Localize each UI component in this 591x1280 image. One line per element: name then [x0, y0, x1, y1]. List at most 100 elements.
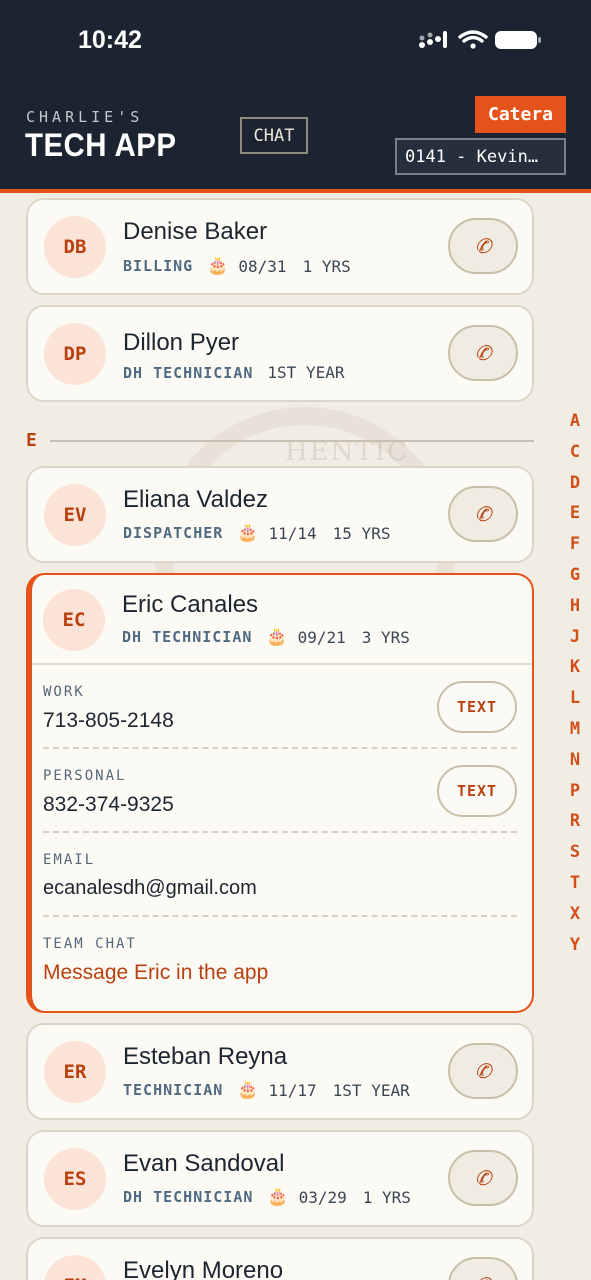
contact-meta: DH TECHNICIAN 1ST YEAR — [123, 363, 344, 382]
contact-card[interactable]: EM Evelyn Moreno ✆ — [26, 1237, 534, 1280]
index-letter[interactable]: J — [570, 622, 580, 653]
contact-name: Dillon Pyer — [123, 329, 240, 356]
index-letter[interactable]: X — [570, 899, 580, 930]
contact-meta: BILLING 🎂 08/31 1 YRS — [123, 256, 351, 276]
tenure: 1ST YEAR — [267, 363, 345, 382]
avatar: DB — [44, 216, 106, 278]
avatar: EV — [44, 484, 106, 546]
avatar: DP — [44, 323, 106, 385]
contact-name: Evelyn Moreno — [123, 1257, 284, 1280]
birthday-date: 03/29 — [298, 1187, 347, 1207]
call-icon[interactable]: ✆ — [448, 325, 518, 381]
avatar: ER — [44, 1041, 106, 1103]
role-label: DH TECHNICIAN — [123, 363, 254, 382]
role-label: TECHNICIAN — [123, 1081, 224, 1099]
status-icons — [419, 30, 541, 49]
index-letter[interactable]: N — [570, 745, 580, 776]
birthday-date: 11/17 — [268, 1080, 317, 1100]
birthday-date: 11/14 — [268, 523, 317, 543]
text-work-button[interactable]: TEXT — [437, 681, 517, 733]
birthday-cake-icon: 🎂 — [267, 1187, 289, 1207]
call-icon[interactable]: ✆ — [448, 486, 518, 542]
contact-name: Esteban Reyna — [123, 1043, 288, 1070]
index-letter[interactable]: F — [570, 529, 580, 560]
index-letter[interactable]: S — [570, 837, 580, 868]
call-icon[interactable]: ✆ — [448, 218, 518, 274]
contact-card[interactable]: EV Eliana Valdez DISPATCHER 🎂 11/14 15 Y… — [26, 466, 534, 563]
tenure: 3 YRS — [361, 627, 410, 647]
index-letter[interactable]: L — [570, 683, 580, 714]
app-header: 10:42 CHARLIE'S TECH APP CHAT Catera 014… — [0, 0, 591, 193]
contact-card[interactable]: ER Esteban Reyna TECHNICIAN 🎂 11/17 1ST … — [26, 1023, 534, 1120]
index-letter[interactable]: M — [570, 714, 580, 745]
alphabet-index[interactable]: ACDEFGHJKLMNPRSTXY — [562, 406, 588, 960]
status-time: 10:42 — [78, 26, 142, 54]
index-letter[interactable]: K — [570, 652, 580, 683]
index-letter[interactable]: P — [570, 776, 580, 807]
index-letter[interactable]: Y — [570, 930, 580, 961]
dashed-divider — [43, 747, 517, 749]
brand-subtitle: CHARLIE'S — [26, 108, 144, 126]
work-phone[interactable]: 713-805-2148 — [43, 709, 174, 733]
call-icon[interactable]: ✆ — [448, 1257, 518, 1280]
contact-name: Eric Canales — [122, 591, 259, 618]
team-chat-label: TEAM CHAT — [43, 936, 137, 952]
call-icon[interactable]: ✆ — [448, 1150, 518, 1206]
dashed-divider — [43, 915, 517, 917]
tenure: 1 YRS — [362, 1187, 411, 1207]
wifi-icon — [458, 30, 488, 49]
index-letter[interactable]: D — [570, 468, 580, 499]
contact-card-expanded[interactable]: EC Eric Canales DH TECHNICIAN 🎂 09/21 3 … — [26, 573, 534, 1013]
section-letter: E — [26, 430, 37, 451]
dashed-divider — [43, 831, 517, 833]
role-label: DISPATCHER — [123, 524, 224, 542]
birthday-date: 08/31 — [238, 256, 287, 276]
index-letter[interactable]: H — [570, 591, 580, 622]
avatar: EM — [44, 1255, 106, 1280]
index-letter[interactable]: T — [570, 868, 580, 899]
birthday-date: 09/21 — [297, 627, 346, 647]
personal-phone[interactable]: 832-374-9325 — [43, 793, 174, 817]
birthday-cake-icon: 🎂 — [237, 1080, 259, 1100]
birthday-cake-icon: 🎂 — [237, 523, 259, 543]
contact-meta: DH TECHNICIAN 🎂 03/29 1 YRS — [123, 1187, 411, 1207]
contact-meta: DISPATCHER 🎂 11/14 15 YRS — [123, 523, 390, 543]
role-label: DH TECHNICIAN — [122, 628, 253, 646]
tenure: 1ST YEAR — [332, 1080, 410, 1100]
team-chat-link[interactable]: Message Eric in the app — [43, 961, 268, 985]
role-label: BILLING — [123, 257, 194, 275]
catera-button[interactable]: Catera — [475, 96, 566, 133]
avatar: ES — [44, 1148, 106, 1210]
tenure: 15 YRS — [332, 523, 391, 543]
email-address[interactable]: ecanalesdh@gmail.com — [43, 877, 257, 900]
index-letter[interactable]: C — [570, 437, 580, 468]
work-label: WORK — [43, 684, 85, 700]
avatar: EC — [43, 589, 105, 651]
contact-meta: DH TECHNICIAN 🎂 09/21 3 YRS — [122, 627, 410, 647]
contact-list[interactable]: HENTIC DB Denise Baker BILLING 🎂 08/31 1… — [0, 197, 591, 1280]
birthday-cake-icon: 🎂 — [266, 627, 288, 647]
index-letter[interactable]: R — [570, 806, 580, 837]
chat-button[interactable]: CHAT — [240, 117, 308, 154]
contact-card[interactable]: DP Dillon Pyer DH TECHNICIAN 1ST YEAR ✆ — [26, 305, 534, 402]
contact-card[interactable]: DB Denise Baker BILLING 🎂 08/31 1 YRS ✆ — [26, 198, 534, 295]
text-personal-button[interactable]: TEXT — [437, 765, 517, 817]
card-divider — [32, 663, 532, 665]
birthday-cake-icon: 🎂 — [207, 256, 229, 276]
tenure: 1 YRS — [302, 256, 351, 276]
call-icon[interactable]: ✆ — [448, 1043, 518, 1099]
index-letter[interactable]: E — [570, 498, 580, 529]
contact-name: Eliana Valdez — [123, 486, 268, 513]
role-label: DH TECHNICIAN — [123, 1188, 254, 1206]
contact-card[interactable]: ES Evan Sandoval DH TECHNICIAN 🎂 03/29 1… — [26, 1130, 534, 1227]
contact-name: Evan Sandoval — [123, 1150, 285, 1177]
contact-meta: TECHNICIAN 🎂 11/17 1ST YEAR — [123, 1080, 410, 1100]
account-select[interactable]: 0141 - Kevin… — [395, 138, 566, 175]
brand-title: TECH APP — [25, 127, 177, 163]
battery-icon — [495, 31, 541, 49]
personal-label: PERSONAL — [43, 768, 127, 784]
section-divider — [50, 440, 534, 442]
index-letter[interactable]: G — [570, 560, 580, 591]
signal-icon — [419, 31, 447, 48]
index-letter[interactable]: A — [570, 406, 580, 437]
